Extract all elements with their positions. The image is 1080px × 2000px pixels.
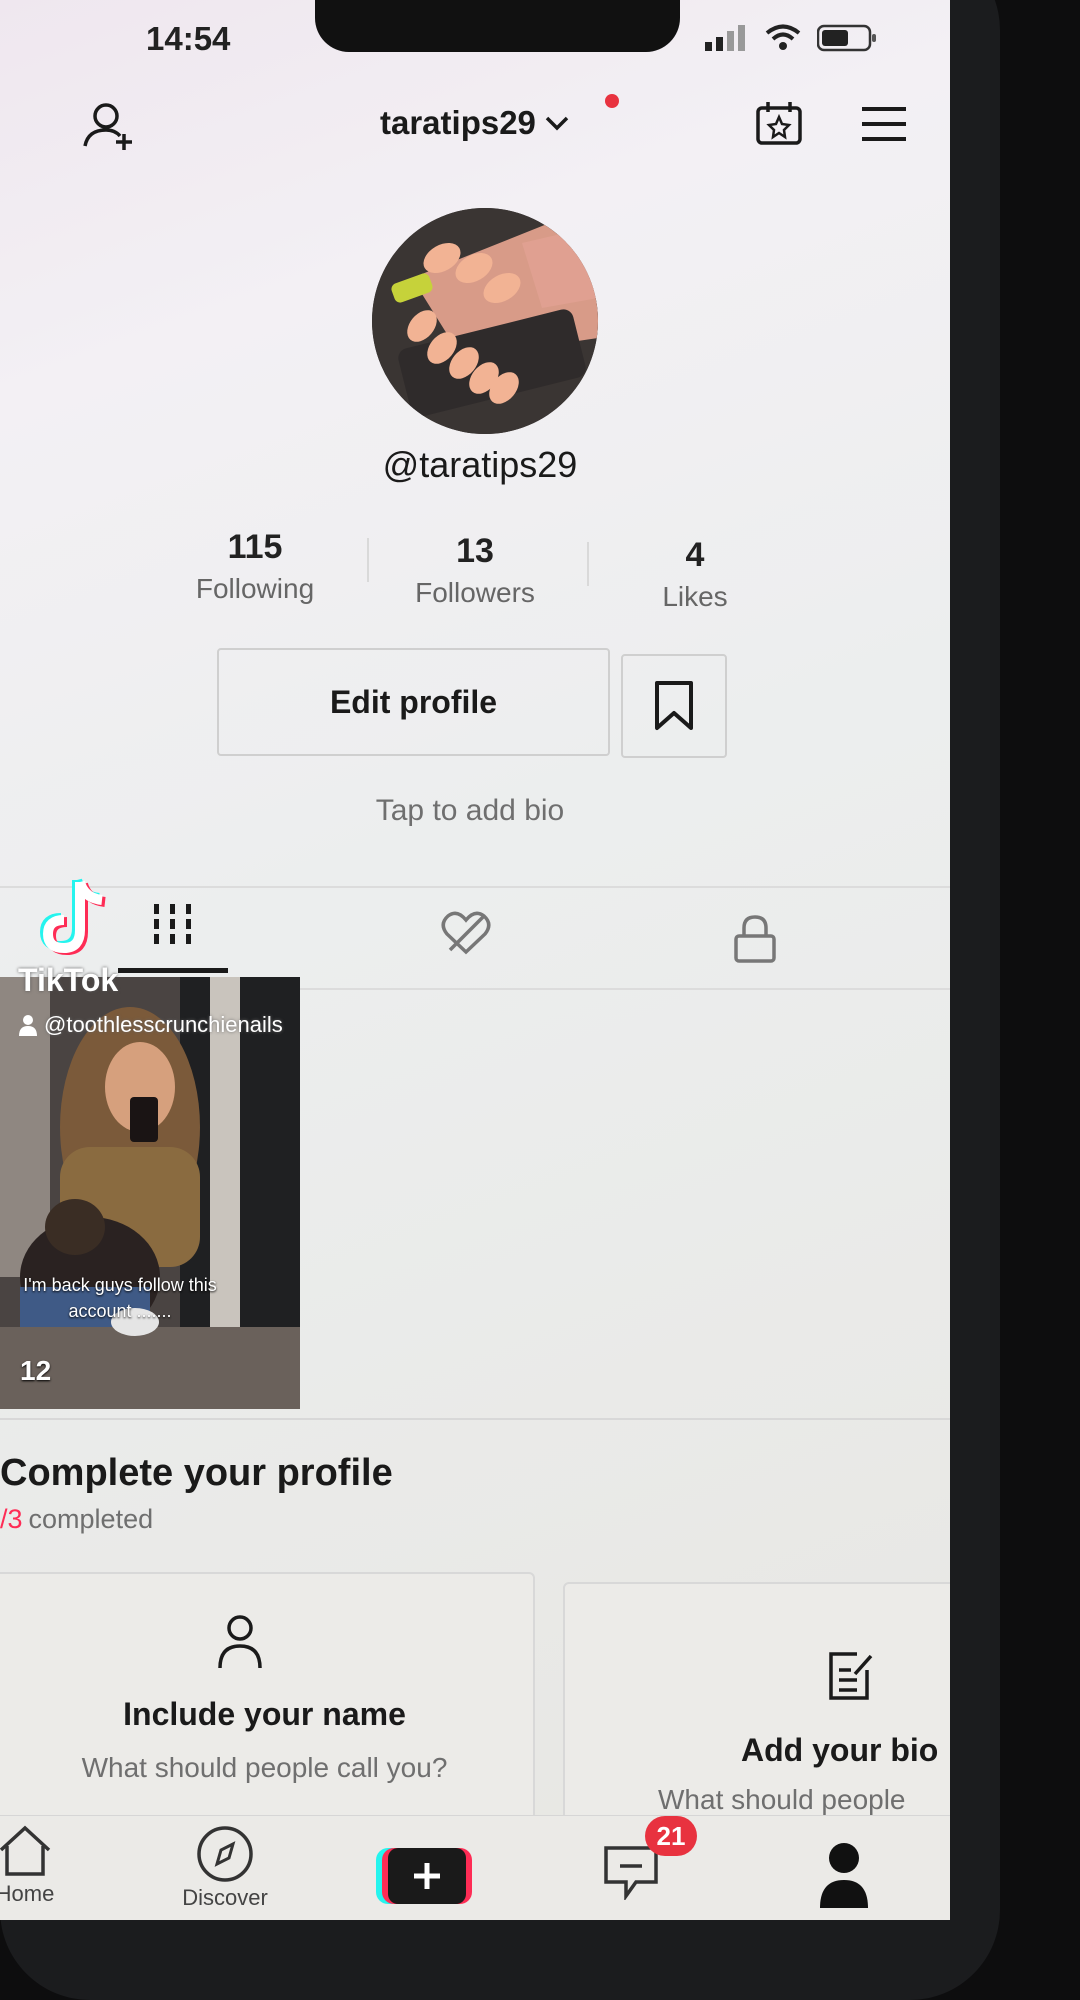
create-button-inner bbox=[388, 1848, 466, 1904]
battery-icon bbox=[817, 24, 876, 52]
plus-icon bbox=[414, 1863, 440, 1889]
bottom-navigation: Home Discover 21 bbox=[0, 1815, 950, 1920]
status-time: 14:54 bbox=[146, 20, 231, 57]
watermark-author: @toothlesscrunchienails bbox=[18, 1012, 283, 1038]
stat-followers[interactable]: 13 Followers bbox=[395, 532, 555, 609]
stat-divider bbox=[587, 542, 589, 586]
video-caption-line1: I'm back guys follow this bbox=[23, 1275, 217, 1295]
user-icon bbox=[19, 1015, 37, 1036]
nav-home[interactable]: Home bbox=[0, 1824, 70, 1907]
screen: 14:54 taratips29 @taratips29 115 Followi… bbox=[0, 0, 950, 1920]
video-view-count: 12 bbox=[20, 1355, 52, 1386]
home-icon bbox=[0, 1825, 51, 1876]
nav-discover[interactable]: Discover bbox=[170, 1824, 280, 1911]
edit-profile-button[interactable]: Edit profile bbox=[217, 648, 610, 756]
signal-icon bbox=[705, 25, 745, 51]
tiktok-watermark: TikTok bbox=[18, 962, 119, 998]
nav-profile[interactable] bbox=[820, 1838, 868, 1913]
notification-dot bbox=[605, 94, 619, 108]
following-label: Following bbox=[195, 573, 315, 604]
add-friend-icon[interactable] bbox=[80, 100, 140, 152]
stat-likes[interactable]: 4 Likes bbox=[625, 536, 765, 613]
menu-icon[interactable] bbox=[860, 106, 908, 142]
stat-divider bbox=[367, 538, 369, 582]
progress-count: /3 bbox=[0, 1504, 23, 1534]
avatar-image bbox=[372, 208, 598, 434]
video-caption-line2: account ....... bbox=[68, 1301, 172, 1321]
profile-handle: @taratips29 bbox=[382, 444, 578, 485]
video-thumbnail[interactable]: I'm back guys follow this account ......… bbox=[0, 977, 300, 1409]
compass-icon bbox=[197, 1826, 253, 1882]
person-icon bbox=[218, 1615, 262, 1669]
status-icons bbox=[705, 24, 877, 52]
bookmark-icon bbox=[655, 681, 693, 730]
chevron-down-icon bbox=[545, 116, 569, 131]
edit-note-icon bbox=[829, 1652, 873, 1700]
tab-divider-top bbox=[0, 886, 950, 888]
notch bbox=[315, 0, 680, 52]
account-switcher[interactable]: taratips29 bbox=[380, 104, 570, 142]
add-bio-subtitle: What should people bbox=[658, 1784, 906, 1815]
active-tab-indicator bbox=[118, 968, 228, 973]
include-name-title: Include your name bbox=[123, 1696, 406, 1732]
nav-home-label: Home bbox=[0, 1881, 55, 1906]
liked-videos-icon[interactable] bbox=[440, 910, 492, 956]
followers-label: Followers bbox=[415, 577, 535, 608]
nav-discover-label: Discover bbox=[182, 1885, 268, 1910]
add-bio-card[interactable]: Add your bio What should people bbox=[563, 1582, 950, 1842]
complete-profile-title: Complete your profile bbox=[0, 1452, 393, 1494]
tiktok-logo-icon bbox=[40, 878, 106, 956]
private-videos-icon[interactable] bbox=[733, 914, 777, 964]
include-name-card[interactable]: Include your name What should people cal… bbox=[0, 1572, 535, 1832]
video-thumbnail-image bbox=[0, 977, 300, 1409]
add-bio-title: Add your bio bbox=[741, 1732, 939, 1768]
progress-label: completed bbox=[28, 1504, 154, 1534]
likes-label: Likes bbox=[662, 581, 728, 612]
following-count: 115 bbox=[227, 528, 283, 566]
videos-grid-icon[interactable] bbox=[150, 902, 198, 946]
section-divider bbox=[0, 1418, 950, 1420]
include-name-subtitle: What should people call you? bbox=[81, 1752, 448, 1783]
video-caption: I'm back guys follow this account ......… bbox=[0, 1272, 240, 1324]
inbox-badge: 21 bbox=[645, 1816, 697, 1856]
edit-profile-label: Edit profile bbox=[329, 683, 498, 720]
header-username: taratips29 bbox=[380, 104, 536, 141]
likes-count: 4 bbox=[685, 536, 705, 574]
bio-prompt[interactable]: Tap to add bio bbox=[300, 794, 640, 828]
profile-icon bbox=[820, 1843, 868, 1908]
followers-count: 13 bbox=[456, 532, 494, 570]
stat-following[interactable]: 115 Following bbox=[175, 528, 335, 605]
complete-profile-progress: /3 completed bbox=[0, 1504, 153, 1535]
watermark-author-handle: @toothlesscrunchienails bbox=[44, 1012, 283, 1037]
wifi-icon bbox=[765, 24, 801, 50]
create-button[interactable] bbox=[382, 1848, 472, 1904]
creator-tools-icon[interactable] bbox=[755, 100, 803, 146]
avatar[interactable] bbox=[372, 208, 598, 434]
favorites-button[interactable] bbox=[621, 654, 727, 758]
